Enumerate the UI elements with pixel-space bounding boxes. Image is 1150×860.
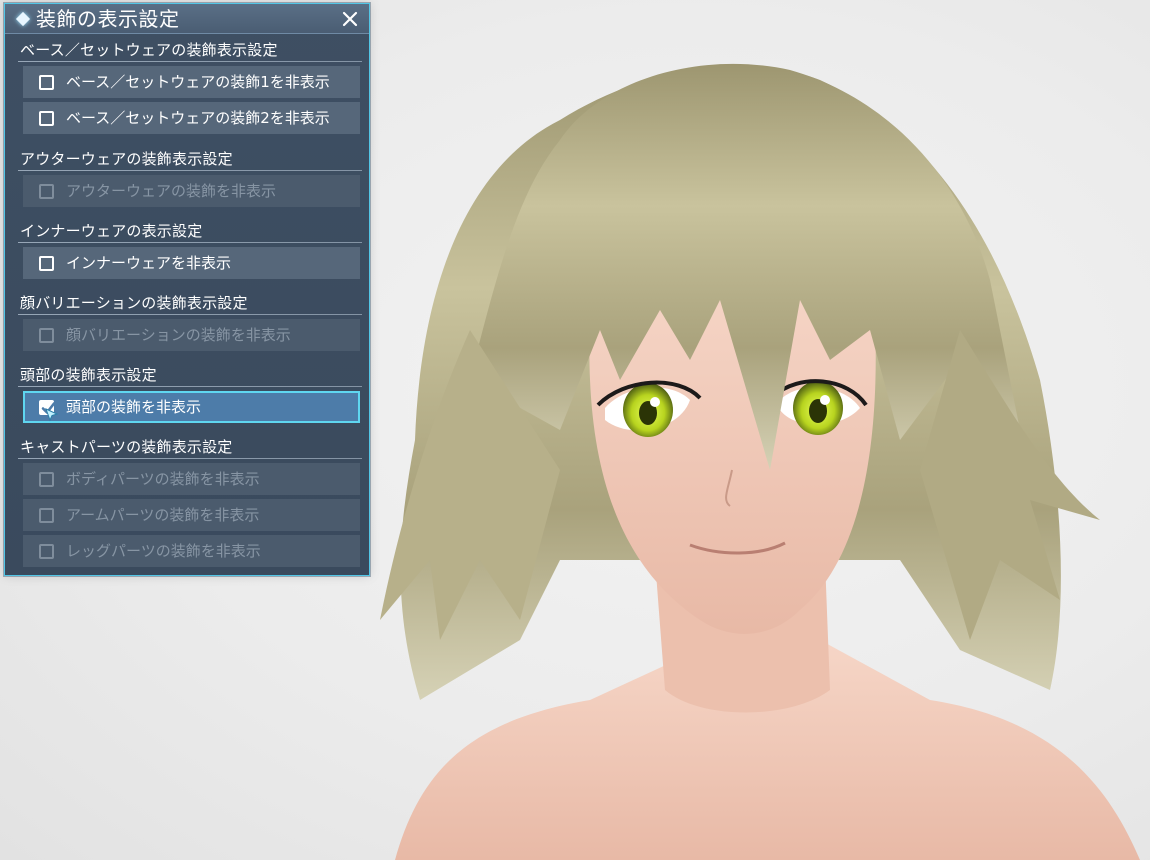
option-label: ベース／セットウェアの装飾1を非表示 [66, 73, 330, 91]
section-innerwear: インナーウェアの表示設定 インナーウェアを非表示 [18, 221, 362, 279]
section-header: キャストパーツの装飾表示設定 [18, 437, 362, 459]
option-label: アームパーツの装飾を非表示 [66, 506, 260, 524]
option-label: ベース／セットウェアの装飾2を非表示 [66, 109, 330, 127]
option-hide-face-variation-deco: 顔バリエーションの装飾を非表示 [23, 319, 360, 351]
section-header: アウターウェアの装飾表示設定 [18, 149, 362, 171]
section-cast-parts: キャストパーツの装飾表示設定 ボディパーツの装飾を非表示 アームパーツの装飾を非… [18, 437, 362, 567]
option-hide-outerwear-deco: アウターウェアの装飾を非表示 [23, 175, 360, 207]
pointer-cursor-icon [45, 408, 59, 422]
dialog-titlebar: 装飾の表示設定 [5, 4, 369, 34]
section-header: インナーウェアの表示設定 [18, 221, 362, 243]
checkbox[interactable] [39, 111, 54, 126]
checkbox [39, 472, 54, 487]
option-label: 頭部の装飾を非表示 [66, 398, 202, 416]
option-hide-head-deco[interactable]: 頭部の装飾を非表示 [23, 391, 360, 423]
decoration-display-settings-dialog: 装飾の表示設定 ベース／セットウェアの装飾表示設定 ベース／セットウェアの装飾1… [4, 3, 370, 576]
option-hide-arm-parts-deco: アームパーツの装飾を非表示 [23, 499, 360, 531]
section-face-variation: 顔バリエーションの装飾表示設定 顔バリエーションの装飾を非表示 [18, 293, 362, 351]
option-label: ボディパーツの装飾を非表示 [66, 470, 260, 488]
close-icon [342, 11, 358, 27]
option-hide-leg-parts-deco: レッグパーツの装飾を非表示 [23, 535, 360, 567]
close-button[interactable] [339, 8, 361, 30]
option-label: アウターウェアの装飾を非表示 [66, 182, 277, 200]
checkbox [39, 328, 54, 343]
option-label: インナーウェアを非表示 [66, 254, 232, 272]
option-label: 顔バリエーションの装飾を非表示 [66, 326, 291, 344]
section-header: 顔バリエーションの装飾表示設定 [18, 293, 362, 315]
option-hide-base-deco-1[interactable]: ベース／セットウェアの装飾1を非表示 [23, 66, 360, 98]
option-hide-body-parts-deco: ボディパーツの装飾を非表示 [23, 463, 360, 495]
option-label: レッグパーツの装飾を非表示 [66, 542, 261, 560]
checkbox [39, 508, 54, 523]
checkbox[interactable] [39, 75, 54, 90]
option-hide-innerwear[interactable]: インナーウェアを非表示 [23, 247, 360, 279]
section-header: 頭部の装飾表示設定 [18, 365, 362, 387]
section-base-setwear: ベース／セットウェアの装飾表示設定 ベース／セットウェアの装飾1を非表示 ベース… [18, 40, 362, 134]
section-header: ベース／セットウェアの装飾表示設定 [18, 40, 362, 62]
option-hide-base-deco-2[interactable]: ベース／セットウェアの装飾2を非表示 [23, 102, 360, 134]
checkbox[interactable] [39, 256, 54, 271]
dialog-title: 装飾の表示設定 [36, 7, 180, 31]
checkbox [39, 544, 54, 559]
diamond-icon [15, 11, 31, 27]
section-head: 頭部の装飾表示設定 頭部の装飾を非表示 [18, 365, 362, 423]
checkbox [39, 184, 54, 199]
section-outerwear: アウターウェアの装飾表示設定 アウターウェアの装飾を非表示 [18, 149, 362, 207]
